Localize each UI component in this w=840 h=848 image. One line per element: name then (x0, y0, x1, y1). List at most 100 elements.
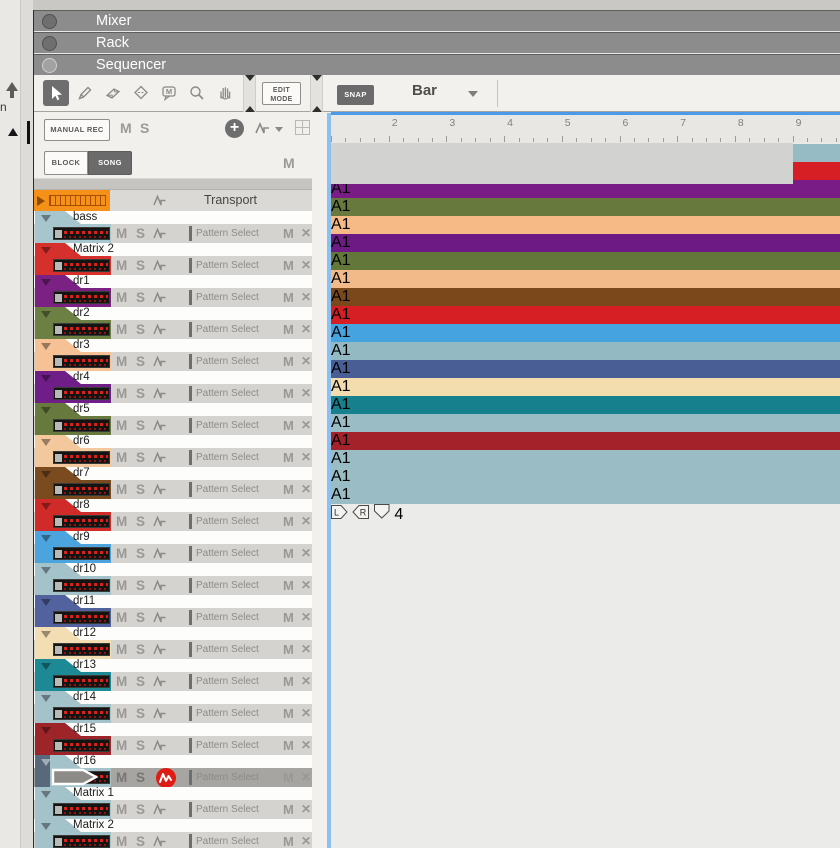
lane-delete-button[interactable]: ✕ (301, 770, 311, 784)
manual-rec-button[interactable]: MANUAL REC (44, 119, 110, 141)
device-thumbnail[interactable] (53, 355, 110, 368)
expand-triangle-icon[interactable] (41, 311, 51, 318)
track-mute-button[interactable]: M (116, 610, 127, 625)
track-row[interactable]: Matrix 2 M S Pattern Select M ✕ (34, 243, 331, 275)
track-row[interactable]: dr3 M S Pattern Select M ✕ (34, 339, 331, 371)
lane-mute-button[interactable]: M (283, 418, 294, 433)
pattern-clip[interactable]: A1 (331, 324, 840, 342)
track-solo-button[interactable]: S (136, 610, 145, 625)
automation-icon[interactable] (255, 121, 272, 140)
expand-triangle-icon[interactable] (41, 695, 51, 702)
lane-delete-button[interactable]: ✕ (301, 578, 311, 592)
rack-window-button[interactable] (42, 36, 57, 51)
track-row[interactable]: dr7 M S Pattern Select M ✕ (34, 467, 331, 499)
device-thumbnail[interactable] (53, 323, 110, 336)
lane-delete-button[interactable]: ✕ (301, 642, 311, 656)
lane-mute-button[interactable]: M (283, 226, 294, 241)
header-solo-button[interactable]: S (140, 120, 149, 136)
track-mute-button[interactable]: M (116, 802, 127, 817)
track-row[interactable]: dr9 M S Pattern Select M ✕ (34, 531, 331, 563)
titlebar-rack[interactable]: Rack (34, 32, 840, 53)
expand-triangle-icon[interactable] (41, 343, 51, 350)
device-thumbnail[interactable] (53, 739, 110, 752)
lane-delete-button[interactable]: ✕ (301, 482, 311, 496)
magnify-tool-button[interactable] (184, 80, 210, 106)
automation-dropdown-icon[interactable] (275, 127, 283, 132)
track-row[interactable]: dr2 M S Pattern Select M ✕ (34, 307, 331, 339)
track-mute-button[interactable]: M (116, 322, 127, 337)
expand-triangle-icon[interactable] (41, 791, 51, 798)
pane-splitter-1[interactable] (243, 75, 256, 112)
lane-mute-button[interactable]: M (283, 642, 294, 657)
lane-delete-button[interactable]: ✕ (301, 802, 311, 816)
track-mute-button[interactable]: M (116, 354, 127, 369)
device-thumbnail[interactable] (53, 259, 110, 272)
track-mute-button[interactable]: M (116, 386, 127, 401)
expand-triangle-icon[interactable] (41, 535, 51, 542)
lane-mute-button[interactable]: M (283, 674, 294, 689)
track-solo-button[interactable]: S (136, 482, 145, 497)
expand-triangle-icon[interactable] (41, 247, 51, 254)
device-thumbnail[interactable] (53, 579, 110, 592)
track-solo-button[interactable]: S (136, 802, 145, 817)
track-mute-button[interactable]: M (116, 482, 127, 497)
track-solo-button[interactable]: S (136, 834, 145, 848)
track-mute-button[interactable]: M (116, 514, 127, 529)
device-thumbnail[interactable] (53, 227, 110, 240)
lane-mute-button[interactable]: M (283, 802, 294, 817)
track-solo-button[interactable]: S (136, 354, 145, 369)
lane-mute-button[interactable]: M (283, 482, 294, 497)
expand-triangle-icon[interactable] (41, 471, 51, 478)
track-mute-button[interactable]: M (116, 706, 127, 721)
titlebar-sequencer[interactable]: Sequencer (34, 54, 840, 75)
lane-delete-button[interactable]: ✕ (301, 834, 311, 848)
lane-mute-button[interactable]: M (283, 834, 294, 848)
pattern-clip[interactable]: A1 (331, 414, 840, 432)
add-track-button[interactable]: + (225, 119, 244, 138)
device-thumbnail[interactable] (53, 291, 110, 304)
lane-delete-button[interactable]: ✕ (301, 738, 311, 752)
track-mute-button[interactable]: M (116, 226, 127, 241)
selection-tool-button[interactable] (43, 80, 69, 106)
device-thumbnail[interactable] (53, 803, 110, 816)
track-mute-button[interactable]: M (116, 258, 127, 273)
lane-mute-button[interactable]: M (283, 322, 294, 337)
small-bar-handle[interactable] (27, 121, 30, 144)
lane-delete-button[interactable]: ✕ (301, 226, 311, 240)
expand-triangle-icon[interactable] (41, 823, 51, 830)
titlebar-mixer[interactable]: Mixer (34, 10, 840, 31)
lane-delete-button[interactable]: ✕ (301, 450, 311, 464)
track-mute-button[interactable]: M (116, 450, 127, 465)
device-thumbnail[interactable] (53, 515, 110, 528)
lane-delete-button[interactable]: ✕ (301, 322, 311, 336)
lane-mute-button[interactable]: M (283, 450, 294, 465)
track-solo-button[interactable]: S (136, 290, 145, 305)
device-thumbnail[interactable] (53, 483, 110, 496)
snap-button[interactable]: SNAP (337, 85, 374, 105)
device-thumbnail[interactable] (53, 835, 110, 848)
lane-delete-button[interactable]: ✕ (301, 674, 311, 688)
pencil-tool-button[interactable] (72, 80, 98, 106)
lane-mute-button[interactable]: M (283, 610, 294, 625)
small-triangle-icon[interactable] (8, 128, 18, 136)
pattern-clip[interactable]: A1 (331, 198, 840, 216)
pane-splitter-2[interactable] (310, 75, 323, 112)
lane-mute-button[interactable]: M (283, 706, 294, 721)
track-solo-button[interactable]: S (136, 450, 145, 465)
track-row[interactable]: Matrix 2 M S Pattern Select M ✕ (34, 819, 331, 848)
pattern-clip[interactable]: A1 (331, 360, 840, 378)
device-thumbnail[interactable] (53, 611, 110, 624)
track-row[interactable]: bass M S Pattern Select M ✕ (34, 211, 331, 243)
pattern-clip[interactable]: A1 (331, 252, 840, 270)
track-row[interactable]: Matrix 1 M S Pattern Select M ✕ (34, 787, 331, 819)
track-mute-button[interactable]: M (116, 834, 127, 848)
lane-mute-button[interactable]: M (283, 578, 294, 593)
lane-mute-button[interactable]: M (283, 290, 294, 305)
block-mode-button[interactable]: BLOCK (44, 151, 88, 175)
track-mute-button[interactable]: M (116, 290, 127, 305)
pattern-clip[interactable]: A1 (331, 486, 840, 504)
song-position-line[interactable] (327, 113, 331, 848)
lane-delete-button[interactable]: ✕ (301, 354, 311, 368)
razor-tool-button[interactable] (128, 80, 154, 106)
track-mute-button[interactable]: M (116, 578, 127, 593)
